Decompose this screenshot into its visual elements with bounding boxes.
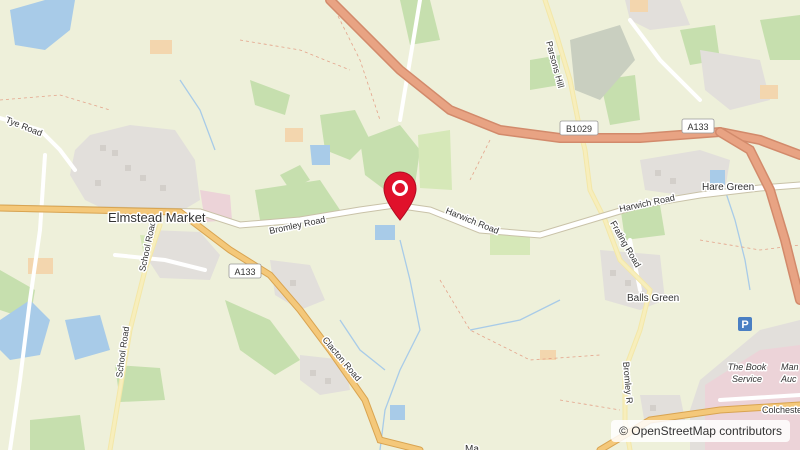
poi-label-manor-2: Auc: [780, 374, 797, 384]
svg-text:P: P: [741, 319, 748, 331]
place-label-elmstead-market: Elmstead Market: [108, 210, 206, 225]
shield-a133-north: A133: [681, 118, 715, 134]
place-label-balls-green: Balls Green: [627, 293, 679, 304]
svg-text:B1029: B1029: [566, 124, 592, 134]
shield-a133-west: A133: [228, 263, 262, 279]
parking-icon: P: [738, 317, 752, 331]
attribution[interactable]: © OpenStreetMap contributors: [611, 420, 790, 442]
svg-text:A133: A133: [234, 267, 255, 277]
poi-label-manor-1: Man: [781, 362, 799, 372]
poi-label-book-service-2: Service: [732, 374, 762, 384]
location-pin-icon[interactable]: [382, 170, 418, 226]
place-label-hare-green: Hare Green: [702, 182, 754, 193]
place-label-max-partial: Ma: [465, 444, 479, 450]
road-label-colchester: Colcheste: [762, 405, 800, 415]
map-canvas[interactable]: Tye Road Bromley Road Harwich Road Harwi…: [0, 0, 800, 450]
shield-b1029: B1029: [559, 120, 599, 136]
svg-text:A133: A133: [687, 122, 708, 132]
poi-label-book-service-1: The Book: [728, 362, 767, 372]
